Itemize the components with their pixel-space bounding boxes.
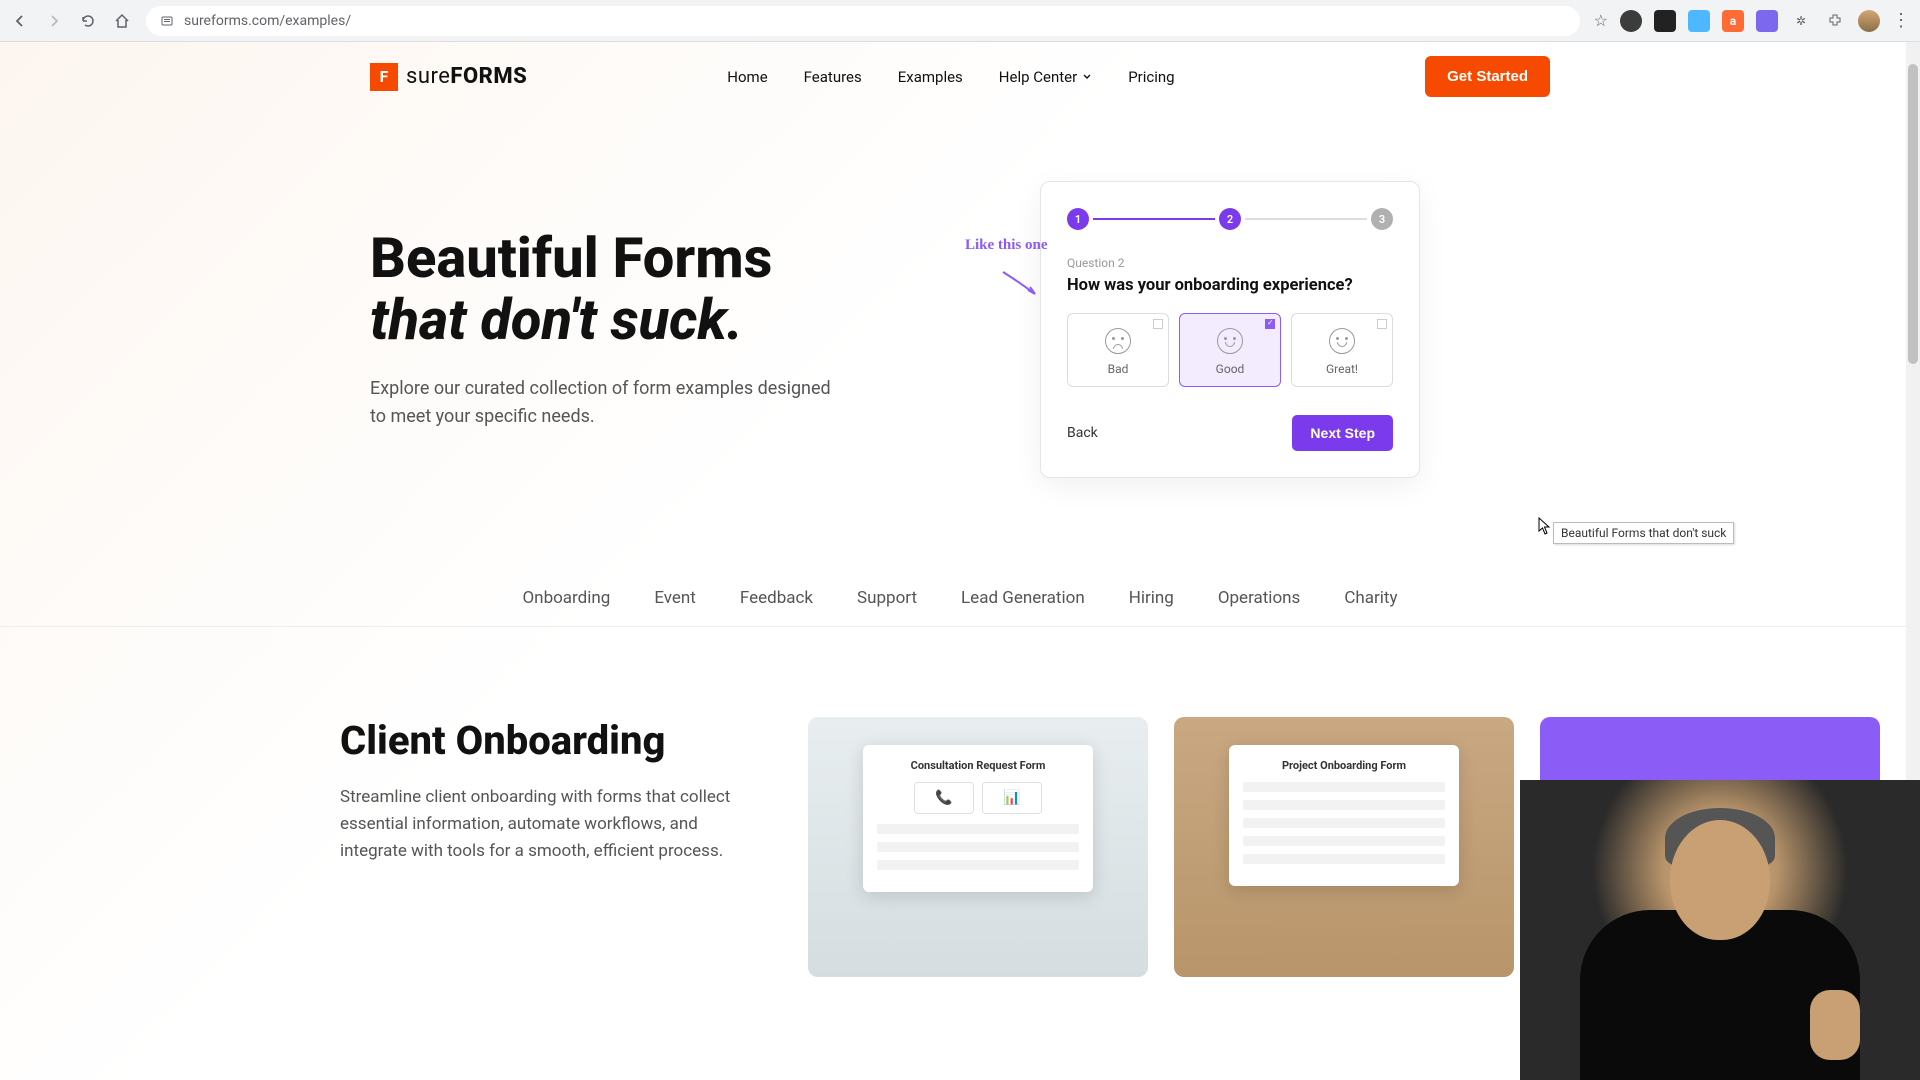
form-field-placeholder	[1243, 854, 1445, 864]
tooltip: Beautiful Forms that don't suck	[1553, 522, 1734, 544]
template-title: Consultation Request Form	[877, 759, 1079, 772]
cat-lead-generation[interactable]: Lead Generation	[961, 588, 1085, 608]
logo-text: sureFORMS	[406, 64, 527, 89]
cat-charity[interactable]: Charity	[1344, 588, 1397, 608]
checkbox-icon	[1153, 319, 1163, 329]
extension-icon[interactable]: a	[1722, 10, 1744, 32]
bookmark-star-icon[interactable]: ☆	[1594, 11, 1608, 30]
profile-avatar[interactable]	[1858, 10, 1880, 32]
face-bad-icon	[1105, 328, 1131, 354]
home-button[interactable]	[112, 11, 132, 31]
options-group: Bad Good Great!	[1067, 313, 1393, 387]
template-card-project-onboarding[interactable]: Project Onboarding Form	[1174, 717, 1514, 977]
client-onboarding-section: Client Onboarding Streamline client onbo…	[300, 717, 1620, 977]
browser-menu-icon[interactable]: ⋮	[1892, 10, 1910, 31]
back-button[interactable]: Back	[1067, 425, 1098, 441]
form-stepper: 1 2 3	[1067, 208, 1393, 230]
cat-onboarding[interactable]: Onboarding	[522, 588, 610, 608]
form-actions: Back Next Step	[1067, 415, 1393, 451]
form-field-placeholder	[1243, 836, 1445, 846]
nav-examples[interactable]: Examples	[898, 68, 963, 86]
form-field-placeholder	[877, 860, 1079, 870]
address-bar[interactable]: sureforms.com/examples/	[146, 6, 1580, 36]
step-1: 1	[1067, 208, 1089, 230]
extension-icon[interactable]	[1688, 10, 1710, 32]
option-label: Good	[1188, 362, 1272, 376]
cursor-icon	[1538, 517, 1552, 539]
extension-icon[interactable]: ✲	[1790, 10, 1812, 32]
back-button[interactable]	[10, 11, 30, 31]
webcam-pip[interactable]	[1520, 780, 1920, 1080]
extension-icon[interactable]	[1756, 10, 1778, 32]
face-good-icon	[1217, 328, 1243, 354]
page-viewport: F sureFORMS Home Features Examples Help …	[0, 42, 1920, 1080]
cat-event[interactable]: Event	[654, 588, 696, 608]
nav-help-label: Help Center	[999, 68, 1077, 86]
form-field-placeholder	[1243, 818, 1445, 828]
browser-toolbar: sureforms.com/examples/ ☆ a ✲ ⋮	[0, 0, 1920, 42]
next-step-button[interactable]: Next Step	[1292, 415, 1393, 451]
nav-pricing[interactable]: Pricing	[1128, 68, 1174, 86]
main-nav: Home Features Examples Help Center Prici…	[727, 68, 1174, 86]
step-2: 2	[1219, 208, 1241, 230]
option-good[interactable]: Good	[1179, 313, 1281, 387]
nav-features[interactable]: Features	[804, 68, 862, 86]
cat-hiring[interactable]: Hiring	[1129, 588, 1174, 608]
step-line	[1245, 218, 1367, 220]
extensions-menu-icon[interactable]	[1824, 10, 1846, 32]
logo[interactable]: F sureFORMS	[370, 63, 527, 91]
cat-support[interactable]: Support	[857, 588, 917, 608]
nav-help-center[interactable]: Help Center	[999, 68, 1092, 86]
face-great-icon	[1329, 328, 1355, 354]
template-card-consultation[interactable]: Consultation Request Form 📞 📊	[808, 717, 1148, 977]
form-field-placeholder	[1243, 800, 1445, 810]
option-label: Great!	[1300, 362, 1384, 376]
form-field-placeholder	[1243, 782, 1445, 792]
hero-title-line1: Beautiful Forms	[370, 225, 772, 291]
section-desc: Streamline client onboarding with forms …	[340, 784, 760, 866]
reload-button[interactable]	[78, 11, 98, 31]
form-preview-card: Like this one 1 2 3 Question 2 How was y…	[1040, 181, 1420, 478]
option-great[interactable]: Great!	[1291, 313, 1393, 387]
extension-icon[interactable]	[1654, 10, 1676, 32]
step-3: 3	[1371, 208, 1393, 230]
cat-operations[interactable]: Operations	[1218, 588, 1301, 608]
hero-subtitle: Explore our curated collection of form e…	[370, 375, 850, 431]
chart-icon: 📊	[982, 782, 1042, 814]
option-label: Bad	[1076, 362, 1160, 376]
chevron-down-icon	[1082, 72, 1092, 82]
logo-mark: F	[370, 63, 398, 91]
cat-feedback[interactable]: Feedback	[740, 588, 813, 608]
annotation-arrow-icon	[999, 268, 1043, 304]
hero-title: Beautiful Forms that don't suck.	[370, 228, 850, 351]
question-label: Question 2	[1067, 256, 1393, 270]
step-line	[1093, 218, 1215, 220]
question-text: How was your onboarding experience?	[1067, 276, 1393, 295]
nav-home[interactable]: Home	[727, 68, 767, 86]
site-header: F sureFORMS Home Features Examples Help …	[370, 42, 1550, 111]
hero-title-line2: that don't suck.	[370, 287, 743, 353]
hero-section: Beautiful Forms that don't suck. Explore…	[370, 181, 1550, 478]
scrollbar-thumb[interactable]	[1908, 64, 1918, 364]
option-bad[interactable]: Bad	[1067, 313, 1169, 387]
annotation-label: Like this one	[965, 236, 1048, 254]
phone-icon: 📞	[914, 782, 974, 814]
extension-icon[interactable]	[1620, 10, 1642, 32]
checkbox-icon	[1377, 319, 1387, 329]
category-tabs: Onboarding Event Feedback Support Lead G…	[0, 588, 1920, 627]
get-started-button[interactable]: Get Started	[1425, 56, 1550, 97]
url-text: sureforms.com/examples/	[184, 13, 351, 29]
form-field-placeholder	[877, 842, 1079, 852]
template-title: Project Onboarding Form	[1243, 759, 1445, 772]
site-info-icon[interactable]	[160, 12, 174, 30]
forward-button[interactable]	[44, 11, 64, 31]
form-field-placeholder	[877, 824, 1079, 834]
checkbox-icon	[1265, 319, 1275, 329]
section-title: Client Onboarding	[340, 717, 760, 764]
